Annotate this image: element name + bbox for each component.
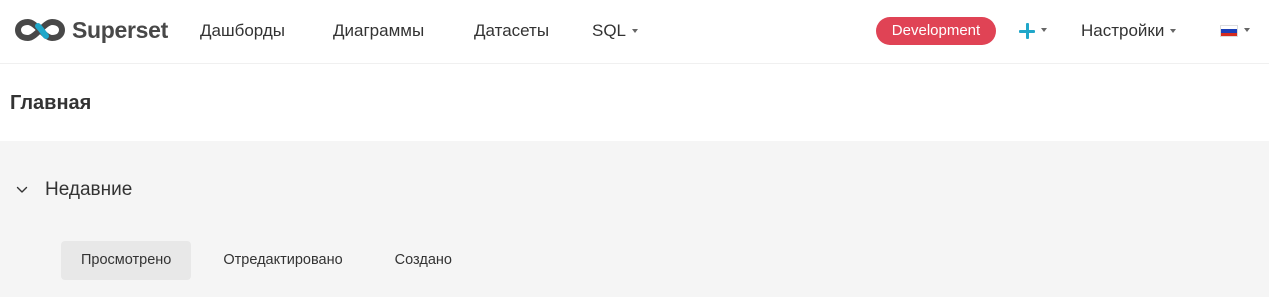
page-header: Главная: [0, 65, 1269, 141]
chevron-down-icon: [1041, 28, 1047, 32]
brand-name: Superset: [72, 16, 169, 43]
page-title: Главная: [10, 92, 92, 114]
environment-badge: Development: [876, 17, 996, 45]
nav-charts[interactable]: Диаграммы: [333, 20, 424, 42]
nav-dashboards[interactable]: Дашборды: [200, 20, 285, 42]
nav-datasets[interactable]: Датасеты: [474, 20, 549, 42]
tab-created[interactable]: Создано: [375, 241, 472, 280]
chevron-down-icon: [1244, 28, 1250, 32]
recents-section-title: Недавние: [45, 179, 133, 200]
nav-sql-label: SQL: [592, 21, 627, 40]
plus-icon: [1019, 23, 1035, 39]
settings-menu[interactable]: Настройки: [1081, 20, 1177, 42]
superset-logo-icon: [15, 19, 65, 41]
main-content: Недавние Просмотрено Отредактировано Соз…: [0, 141, 1269, 297]
russia-flag-icon: [1220, 25, 1238, 37]
settings-label: Настройки: [1081, 21, 1165, 40]
top-navbar: Superset Дашборды Диаграммы Датасеты SQL…: [0, 0, 1269, 64]
recents-tabs: Просмотрено Отредактировано Создано: [61, 241, 472, 280]
tab-edited[interactable]: Отредактировано: [203, 241, 362, 280]
chevron-down-icon: [632, 28, 639, 33]
chevron-down-icon: [1170, 28, 1177, 33]
recents-section-toggle[interactable]: Недавние: [16, 179, 132, 201]
chevron-down-icon: [16, 186, 28, 193]
language-selector[interactable]: [1220, 24, 1250, 38]
nav-sql-menu[interactable]: SQL: [592, 20, 639, 42]
tab-viewed[interactable]: Просмотрено: [61, 241, 192, 280]
brand-logo[interactable]: Superset: [14, 14, 168, 46]
add-new-button[interactable]: [1019, 17, 1047, 45]
